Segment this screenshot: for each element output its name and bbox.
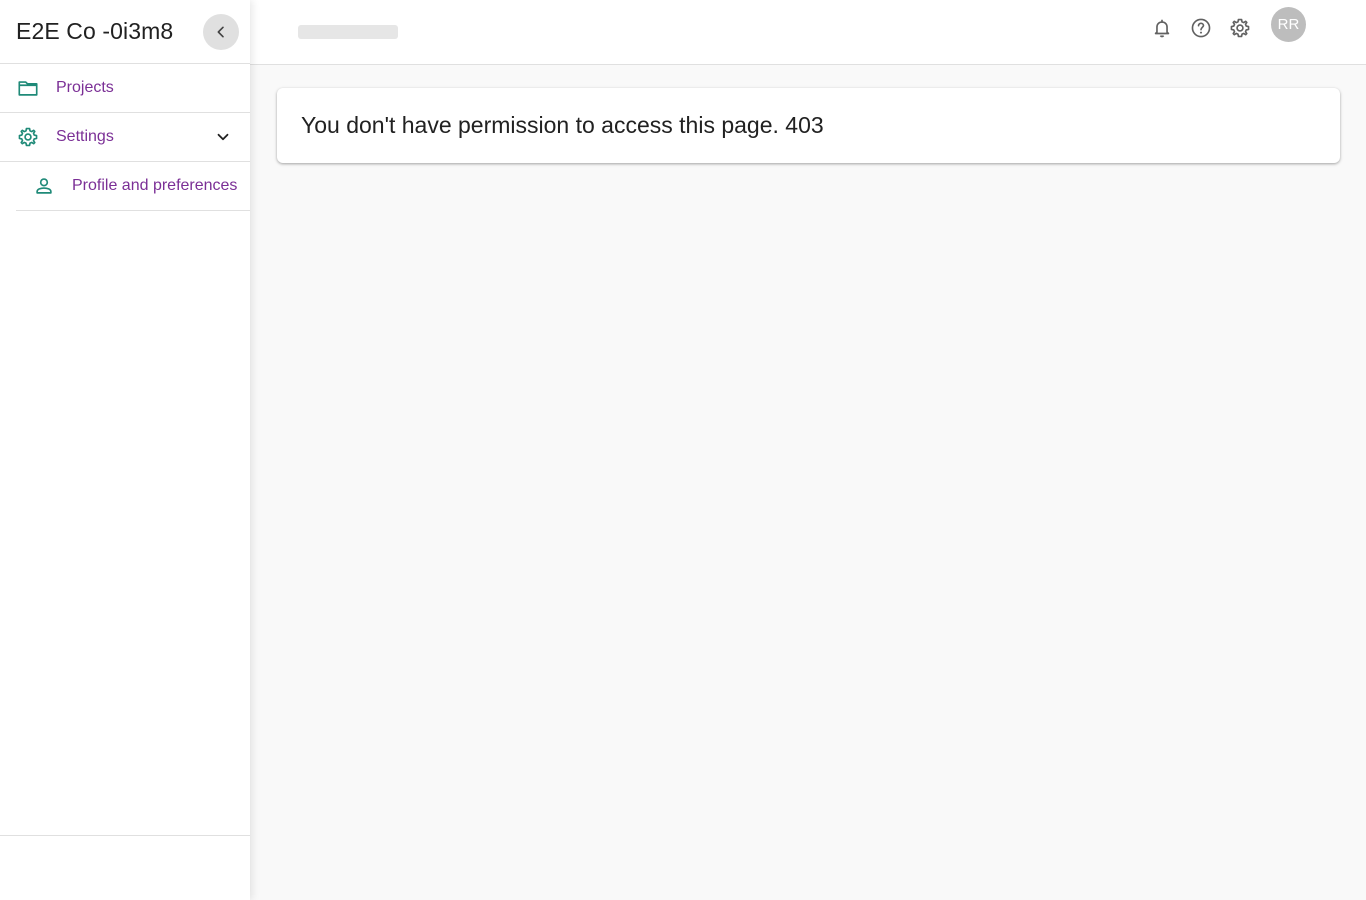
main-content: You don't have permission to access this…	[250, 65, 1366, 900]
app-root: E2E Co -0i3m8 Projects Settings Profile …	[0, 0, 1366, 900]
sidebar-item-projects[interactable]: Projects	[0, 64, 250, 113]
avatar[interactable]: RR	[1271, 7, 1306, 42]
sidebar-item-profile[interactable]: Profile and preferences	[16, 162, 250, 211]
bell-icon[interactable]	[1149, 15, 1175, 41]
page-title-skeleton	[298, 25, 398, 39]
chevron-down-icon	[214, 128, 232, 146]
sidebar-item-label: Settings	[56, 128, 114, 145]
sidebar-item-label: Projects	[56, 79, 114, 96]
sidebar: E2E Co -0i3m8 Projects Settings Profile …	[0, 0, 250, 900]
gear-icon[interactable]	[1227, 15, 1253, 41]
gear-icon	[17, 126, 39, 148]
sidebar-footer-divider	[0, 835, 250, 836]
sidebar-item-settings[interactable]: Settings	[0, 113, 250, 162]
chevron-left-icon	[217, 26, 224, 37]
top-bar: RR	[250, 0, 1366, 65]
folder-icon	[17, 77, 39, 99]
sidebar-header: E2E Co -0i3m8	[0, 0, 250, 64]
permission-alert-card: You don't have permission to access this…	[277, 88, 1340, 163]
org-name: E2E Co -0i3m8	[16, 18, 174, 44]
collapse-sidebar-button[interactable]	[203, 13, 239, 50]
sidebar-item-label: Profile and preferences	[72, 177, 238, 194]
top-actions: RR	[1136, 7, 1306, 42]
help-icon[interactable]	[1188, 15, 1214, 41]
person-icon	[33, 175, 55, 197]
permission-message: You don't have permission to access this…	[301, 112, 824, 138]
